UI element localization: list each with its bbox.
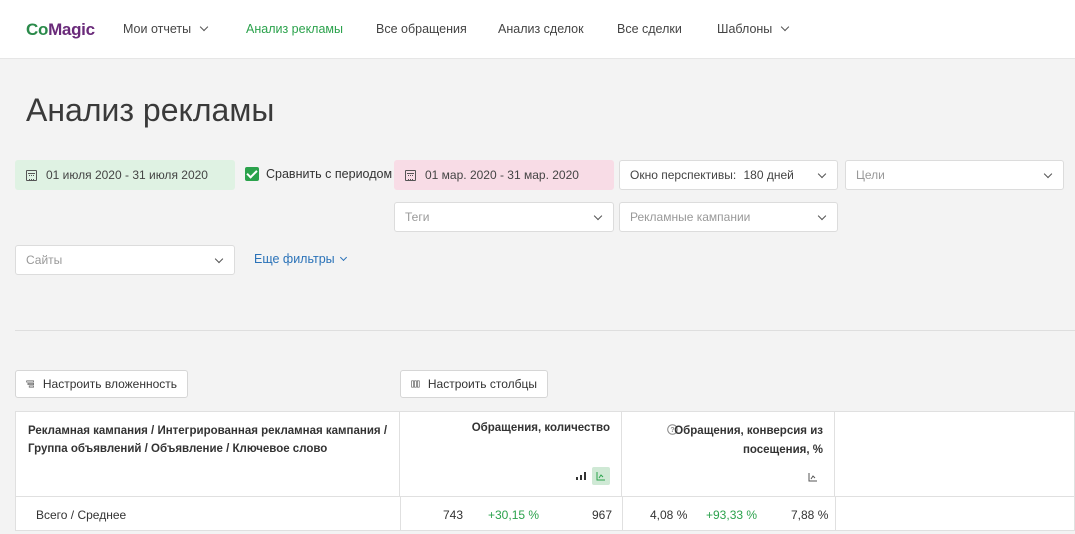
column-divider (400, 497, 401, 531)
window-label: Окно перспективы: (630, 168, 737, 182)
chevron-down-icon (781, 22, 790, 32)
chevron-down-icon (199, 22, 209, 32)
chevron-down-icon (817, 169, 827, 179)
logo[interactable]: CoMagic (26, 20, 95, 40)
window-value: 180 дней (743, 168, 794, 182)
conv-compare: 7,88 % (791, 508, 829, 522)
page-title: Анализ рекламы (26, 92, 275, 128)
conversion-header-text: Обращения, конверсия из посещения, % (674, 425, 823, 456)
bar-chart-icon[interactable] (574, 469, 588, 483)
more-filters-link[interactable]: Еще фильтры (254, 252, 347, 266)
calendar-icon (26, 169, 37, 181)
sites-select[interactable]: Сайты (15, 245, 235, 275)
more-filters-label: Еще фильтры (254, 252, 335, 266)
dimension-header-text: Рекламная кампания / Интегрированная рек… (28, 425, 388, 455)
configure-columns-label: Настроить столбцы (427, 377, 537, 391)
chevron-down-icon (817, 211, 827, 221)
requests-value: 743 (443, 508, 464, 522)
compare-period-value: 01 мар. 2020 - 31 мар. 2020 (425, 168, 579, 182)
chevron-down-icon (593, 211, 603, 221)
check-icon[interactable] (245, 167, 259, 181)
line-chart-icon[interactable] (592, 467, 610, 485)
nesting-icon (26, 380, 34, 388)
nav-all-deals[interactable]: Все сделки (617, 22, 682, 36)
period-date-picker[interactable]: 01 июля 2020 - 31 июля 2020 (15, 160, 235, 190)
nav-ad-analysis[interactable]: Анализ рекламы (246, 22, 343, 36)
chevron-down-icon (214, 254, 224, 264)
conv-change: +93,33 % (706, 508, 758, 522)
sites-placeholder: Сайты (26, 253, 63, 267)
top-navigation: CoMagic Мои отчеты Анализ рекламы Все об… (0, 0, 1075, 59)
conv-value: 4,08 % (650, 508, 688, 522)
nav-my-reports-label: Мои отчеты (123, 22, 192, 36)
table-header-requests[interactable]: Обращения, количество (400, 412, 622, 496)
goals-select[interactable]: Цели (845, 160, 1064, 190)
compare-date-picker[interactable]: 01 мар. 2020 - 31 мар. 2020 (394, 160, 614, 190)
logo-part-magic: Magic (48, 20, 95, 39)
column-divider (622, 497, 623, 531)
configure-nesting-button[interactable]: Настроить вложенность (15, 370, 188, 398)
campaigns-select[interactable]: Рекламные кампании (619, 202, 838, 232)
nav-deal-analysis[interactable]: Анализ сделок (498, 22, 584, 36)
logo-part-co: Co (26, 20, 49, 39)
goals-placeholder: Цели (856, 168, 885, 182)
table-header-dimension[interactable]: Рекламная кампания / Интегрированная рек… (16, 412, 400, 496)
line-chart-icon[interactable] (806, 470, 820, 484)
requests-change: +30,15 % (488, 508, 540, 522)
nav-all-requests[interactable]: Все обращения (376, 22, 467, 36)
report-table: Рекламная кампания / Интегрированная рек… (15, 411, 1075, 531)
calendar-icon (405, 169, 416, 181)
section-divider (15, 330, 1075, 331)
nav-my-reports[interactable]: Мои отчеты (123, 22, 209, 36)
configure-columns-button[interactable]: Настроить столбцы (400, 370, 548, 398)
column-divider (835, 497, 836, 531)
row-label: Всего / Среднее (36, 508, 127, 522)
chevron-down-icon (339, 253, 347, 262)
requests-header-text: Обращения, количество (471, 422, 610, 434)
period-value: 01 июля 2020 - 31 июля 2020 (46, 168, 208, 182)
nav-templates-label: Шаблоны (717, 22, 773, 36)
table-header-conversion[interactable]: ? Обращения, конверсия из посещения, % (622, 412, 835, 496)
header-row-divider (16, 496, 1074, 497)
nav-templates[interactable]: Шаблоны (717, 22, 790, 36)
tags-placeholder: Теги (405, 210, 430, 224)
columns-icon (411, 380, 420, 388)
campaigns-placeholder: Рекламные кампании (630, 210, 751, 224)
configure-nesting-label: Настроить вложенность (42, 377, 177, 391)
chevron-down-icon (1043, 169, 1053, 179)
compare-label: Сравнить с периодом (266, 167, 393, 181)
compare-checkbox-wrap[interactable]: Сравнить с периодом (245, 167, 392, 181)
requests-compare: 967 (592, 508, 613, 522)
tags-select[interactable]: Теги (394, 202, 614, 232)
window-select[interactable]: Окно перспективы: 180 дней (619, 160, 838, 190)
